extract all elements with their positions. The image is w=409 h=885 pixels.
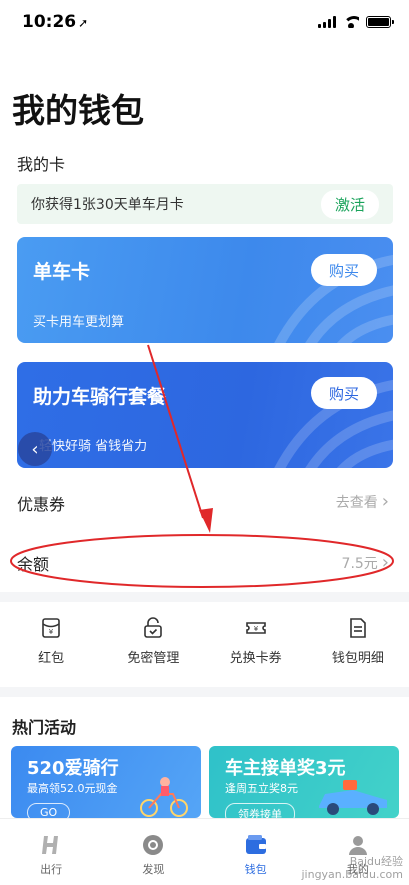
quick-label: 免密管理 xyxy=(127,651,180,666)
chevron-right-icon: › xyxy=(381,552,389,573)
coupons-label: 优惠券 xyxy=(17,495,66,514)
bike-card-subtitle: 买卡用车更划算 xyxy=(33,315,125,330)
cyclist-illustration-icon xyxy=(140,777,188,817)
page-title: 我的钱包 xyxy=(12,91,144,130)
bike-card[interactable]: 单车卡 买卡用车更划算 购买 xyxy=(17,237,393,343)
quick-actions: ¥ 红包 免密管理 ¥ 兑换卡券 钱包明细 xyxy=(0,617,409,666)
activity-pill: 领券接单 xyxy=(225,803,295,818)
document-icon xyxy=(350,618,366,638)
battery-icon xyxy=(366,16,394,28)
balance-label: 余额 xyxy=(17,555,50,574)
tab-discover[interactable]: 发现 xyxy=(102,819,204,885)
ebike-card-subtitle: 轻快好骑 省钱省力 xyxy=(39,439,148,454)
watermark-line1: Baidu经验 xyxy=(349,854,403,868)
tab-wallet[interactable]: 钱包 xyxy=(205,819,307,885)
watermark-line2: jingyan.baidu.com xyxy=(301,867,403,881)
activate-button[interactable]: 激活 xyxy=(320,189,379,219)
section-divider xyxy=(0,687,409,697)
coupons-action-text: 去查看 xyxy=(335,495,378,511)
svg-text:¥: ¥ xyxy=(253,625,258,633)
time-text: 10:26 xyxy=(22,12,77,32)
activity-subtitle: 最高领52.0元现金 xyxy=(27,782,118,795)
location-arrow-icon: ➚ xyxy=(78,16,89,30)
balance-value: 7.5元 xyxy=(341,556,378,572)
balance-row-link[interactable]: 7.5元 › xyxy=(342,553,389,573)
quick-label: 兑换卡券 xyxy=(229,651,282,666)
activity-banner-520[interactable]: 520爱骑行 最高领52.0元现金 GO xyxy=(11,746,201,818)
wifi-icon xyxy=(343,16,359,28)
red-packet-icon: ¥ xyxy=(42,618,60,638)
hello-logo-icon xyxy=(42,836,59,854)
bike-card-buy-button[interactable]: 购买 xyxy=(311,254,377,286)
discover-icon xyxy=(143,835,164,855)
profile-icon xyxy=(348,836,367,855)
hot-activities-title: 热门活动 xyxy=(12,718,77,737)
my-cards-label: 我的卡 xyxy=(17,155,66,174)
ticket-icon: ¥ xyxy=(245,622,266,634)
quick-password-free[interactable]: 免密管理 xyxy=(102,617,204,666)
cellular-signal-icon xyxy=(318,16,336,28)
promo-text: 你获得1张30天单车月卡 xyxy=(31,197,184,213)
activity-title: 520爱骑行 xyxy=(27,758,119,779)
watermark: Baidu经验 jingyan.baidu.com xyxy=(301,855,403,881)
status-bar: 10:26 ➚ xyxy=(0,0,409,44)
chevron-right-icon: › xyxy=(381,491,389,512)
activity-banner-driver[interactable]: 车主接单奖3元 逢周五立奖8元 领券接单 xyxy=(209,746,399,818)
status-icons xyxy=(318,16,394,28)
card-pattern-icon xyxy=(274,254,393,343)
carousel-back-icon[interactable]: ‹ xyxy=(18,432,52,466)
activity-pill: GO xyxy=(27,803,71,818)
coupons-view-link[interactable]: 去查看 › xyxy=(336,492,389,512)
tab-label: 出行 xyxy=(40,863,63,876)
bike-card-title: 单车卡 xyxy=(33,261,91,283)
tab-travel[interactable]: 出行 xyxy=(0,819,102,885)
status-time: 10:26 ➚ xyxy=(22,12,88,32)
tab-label: 钱包 xyxy=(244,863,267,876)
tab-label: 发现 xyxy=(142,863,165,876)
quick-redeem-voucher[interactable]: ¥ 兑换卡券 xyxy=(205,617,307,666)
quick-label: 红包 xyxy=(38,651,65,666)
section-divider xyxy=(0,592,409,602)
ebike-card-title: 助力车骑行套餐 xyxy=(33,386,167,408)
wallet-icon xyxy=(245,835,266,854)
ebike-package-card[interactable]: 助力车骑行套餐 轻快好骑 省钱省力 购买 xyxy=(17,362,393,468)
svg-text:¥: ¥ xyxy=(49,628,54,636)
quick-label: 钱包明细 xyxy=(331,651,384,666)
quick-red-packet[interactable]: ¥ 红包 xyxy=(0,617,102,666)
activity-subtitle: 逢周五立奖8元 xyxy=(225,782,298,795)
annotation-ellipse xyxy=(10,534,394,588)
annotation-arrowhead-icon xyxy=(199,508,213,533)
ebike-card-buy-button[interactable]: 购买 xyxy=(311,377,377,409)
quick-wallet-details[interactable]: 钱包明细 xyxy=(307,617,409,666)
car-illustration-icon xyxy=(319,780,387,815)
lock-icon xyxy=(144,617,163,638)
monthly-card-promo[interactable]: 你获得1张30天单车月卡 激活 xyxy=(17,184,393,224)
